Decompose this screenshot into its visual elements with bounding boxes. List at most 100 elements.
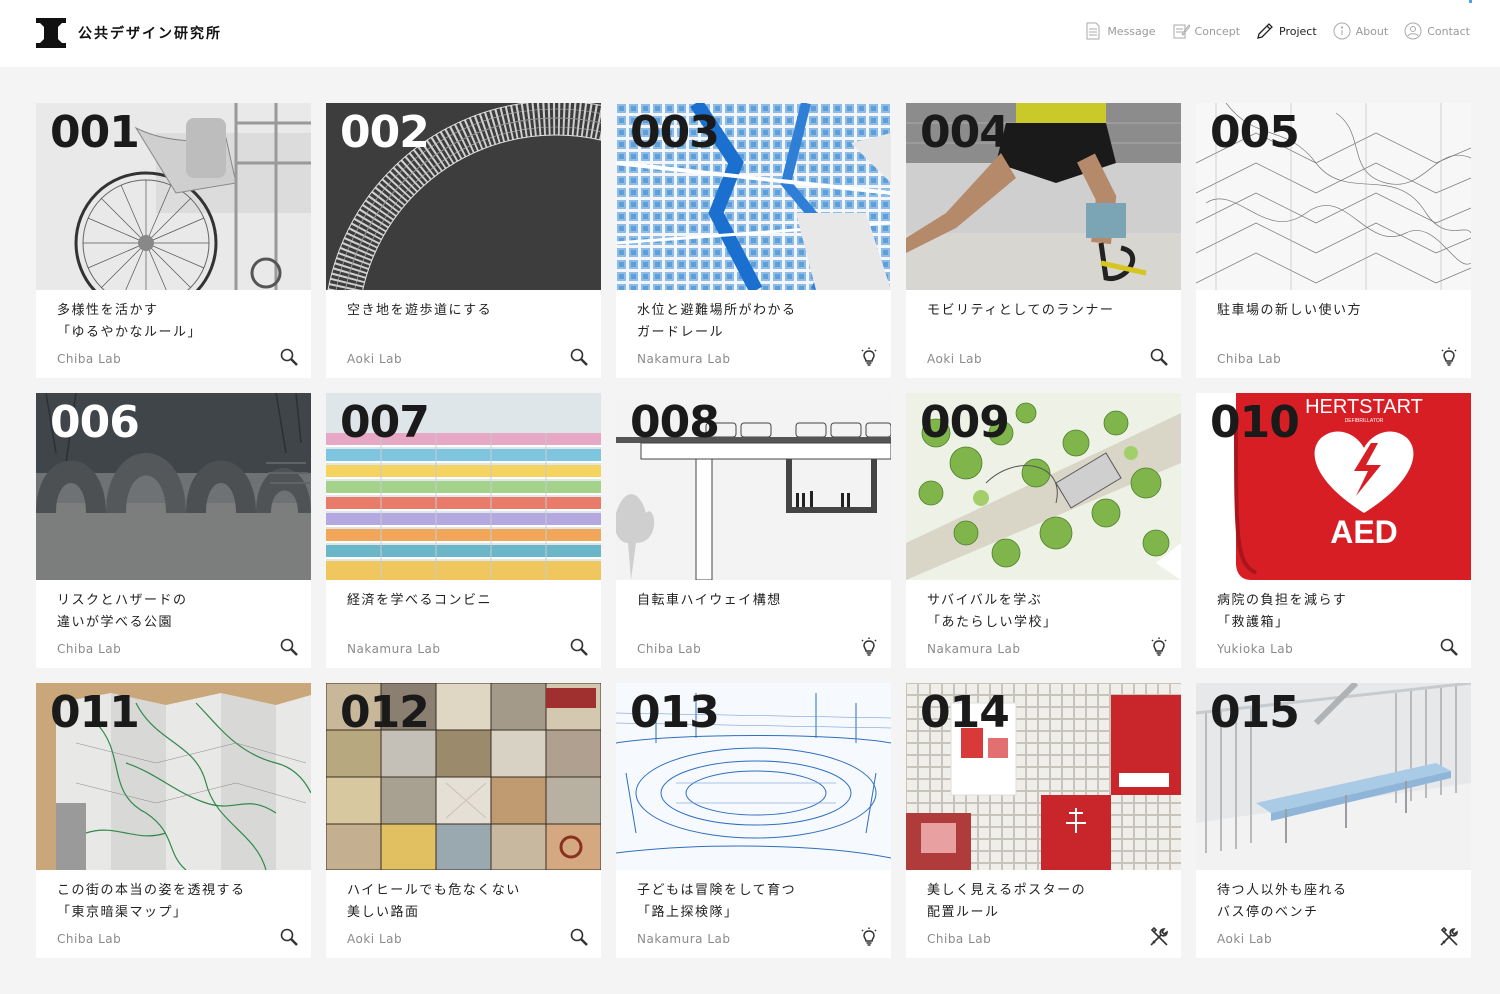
project-number: 015 xyxy=(1210,687,1300,738)
nav-about[interactable]: About xyxy=(1333,22,1388,40)
pencil-icon xyxy=(1257,23,1273,39)
project-lab: Aoki Lab xyxy=(1217,932,1273,946)
project-thumbnail: 014 xyxy=(906,683,1181,870)
lightbulb-icon[interactable] xyxy=(859,927,879,947)
search-icon[interactable] xyxy=(569,347,589,367)
search-icon[interactable] xyxy=(1439,637,1459,657)
project-card-003[interactable]: 003 水位と避難場所がわかる ガードレール Nakamura Lab xyxy=(616,103,891,378)
search-icon[interactable] xyxy=(569,927,589,947)
project-thumbnail: 001 xyxy=(36,103,311,290)
project-thumbnail: 009 xyxy=(906,393,1181,580)
search-icon[interactable] xyxy=(569,637,589,657)
lightbulb-icon[interactable] xyxy=(859,637,879,657)
seal-logo-icon xyxy=(36,18,66,48)
lightbulb-icon[interactable] xyxy=(1149,637,1169,657)
project-number: 010 xyxy=(1210,397,1300,448)
site-name: 公共デザイン研究所 xyxy=(78,26,222,42)
search-icon[interactable] xyxy=(279,927,299,947)
project-title: 病院の負担を減らす 「救護箱」 xyxy=(1217,593,1348,630)
search-icon[interactable] xyxy=(279,347,299,367)
project-lab: Chiba Lab xyxy=(57,642,122,656)
project-number: 003 xyxy=(630,107,720,158)
site-logo[interactable]: 公共デザイン研究所 xyxy=(36,18,222,48)
info-icon xyxy=(1333,22,1351,40)
project-card-013[interactable]: 013 子どもは冒険をして育つ 「路上探検隊」 Nakamura Lab xyxy=(616,683,891,958)
project-card-014[interactable]: 014 美しく見えるポスターの 配置ルール Chiba Lab xyxy=(906,683,1181,958)
notepad-icon xyxy=(1173,24,1190,39)
project-thumbnail: 003 xyxy=(616,103,891,290)
project-card-009[interactable]: 009 サバイバルを学ぶ 「あたらしい学校」 Nakamura Lab xyxy=(906,393,1181,668)
project-card-010[interactable]: HERTSTART DEFIBRILLATOR AED 010 病院の負担を減ら… xyxy=(1196,393,1471,668)
nav-concept[interactable]: Concept xyxy=(1172,22,1241,40)
project-thumbnail: 015 xyxy=(1196,683,1471,870)
nav-contact[interactable]: Contact xyxy=(1404,22,1470,40)
project-lab: Nakamura Lab xyxy=(637,352,731,366)
search-icon[interactable] xyxy=(279,637,299,657)
nav-label: Concept xyxy=(1194,24,1241,38)
project-card-012[interactable]: 012 ハイヒールでも危なくない 美しい路面 Aoki Lab xyxy=(326,683,601,958)
document-icon xyxy=(1086,22,1100,40)
project-title: 経済を学べるコンビニ xyxy=(347,593,493,608)
project-title: リスクとハザードの 違いが学べる公園 xyxy=(57,593,188,630)
project-card-001[interactable]: 001 多様性を活かす 「ゆるやかなルール」 Chiba Lab xyxy=(36,103,311,378)
site-header: 公共デザイン研究所 Message Concept Project About xyxy=(0,0,1500,67)
project-card-011[interactable]: 011 この街の本当の姿を透視する 「東京暗渠マップ」 Chiba Lab xyxy=(36,683,311,958)
accent-line xyxy=(1469,0,1472,3)
aed-label-text: AED xyxy=(1330,514,1398,550)
lightbulb-icon[interactable] xyxy=(859,347,879,367)
project-card-008[interactable]: 008 自転車ハイウェイ構想 Chiba Lab xyxy=(616,393,891,668)
nav-project[interactable]: Project xyxy=(1256,22,1317,40)
project-title: 水位と避難場所がわかる ガードレール xyxy=(637,303,797,340)
project-card-015[interactable]: 015 待つ人以外も座れる バス停のベンチ Aoki Lab xyxy=(1196,683,1471,958)
project-thumbnail: 011 xyxy=(36,683,311,870)
project-number: 004 xyxy=(920,107,1010,158)
project-lab: Chiba Lab xyxy=(927,932,992,946)
project-number: 001 xyxy=(50,107,140,158)
project-thumbnail: 002 xyxy=(326,103,601,290)
search-icon[interactable] xyxy=(1149,347,1169,367)
project-title: モビリティとしてのランナー xyxy=(927,303,1115,318)
project-lab: Aoki Lab xyxy=(347,932,403,946)
project-thumbnail: 007 xyxy=(326,393,601,580)
project-thumbnail: 008 xyxy=(616,393,891,580)
main-nav: Message Concept Project About Contact xyxy=(1084,22,1470,40)
project-title: ハイヒールでも危なくない 美しい路面 xyxy=(347,883,521,920)
project-lab: Nakamura Lab xyxy=(637,932,731,946)
project-number: 009 xyxy=(920,397,1010,448)
project-lab: Chiba Lab xyxy=(57,932,122,946)
project-number: 006 xyxy=(50,397,140,448)
project-thumbnail: HERTSTART DEFIBRILLATOR AED 010 xyxy=(1196,393,1471,580)
project-card-007[interactable]: 007 経済を学べるコンビニ Nakamura Lab xyxy=(326,393,601,668)
project-card-005[interactable]: 005 駐車場の新しい使い方 Chiba Lab xyxy=(1196,103,1471,378)
project-lab: Aoki Lab xyxy=(347,352,403,366)
project-number: 012 xyxy=(340,687,430,738)
project-title: サバイバルを学ぶ 「あたらしい学校」 xyxy=(927,593,1058,630)
project-number: 007 xyxy=(340,397,430,448)
project-title: 多様性を活かす 「ゆるやかなルール」 xyxy=(57,303,203,340)
project-lab: Aoki Lab xyxy=(927,352,983,366)
project-card-002[interactable]: 002 空き地を遊歩道にする Aoki Lab xyxy=(326,103,601,378)
project-number: 014 xyxy=(920,687,1010,738)
project-lab: Nakamura Lab xyxy=(927,642,1021,656)
project-thumbnail: 005 xyxy=(1196,103,1471,290)
tools-icon[interactable] xyxy=(1439,927,1459,947)
tools-icon[interactable] xyxy=(1149,927,1169,947)
project-number: 008 xyxy=(630,397,720,448)
user-icon xyxy=(1404,22,1422,40)
project-number: 011 xyxy=(50,687,140,738)
aed-brand-text: HERTSTART xyxy=(1305,396,1423,418)
aed-sub-text: DEFIBRILLATOR xyxy=(1345,418,1384,424)
project-thumbnail: 012 xyxy=(326,683,601,870)
project-thumbnail: 013 xyxy=(616,683,891,870)
nav-message[interactable]: Message xyxy=(1084,22,1156,40)
project-card-004[interactable]: 004 モビリティとしてのランナー Aoki Lab xyxy=(906,103,1181,378)
lightbulb-icon[interactable] xyxy=(1439,347,1459,367)
project-thumbnail: 004 xyxy=(906,103,1181,290)
project-number: 005 xyxy=(1210,107,1300,158)
nav-label: Project xyxy=(1279,24,1317,38)
project-number: 002 xyxy=(340,107,430,158)
project-grid: 001 多様性を活かす 「ゆるやかなルール」 Chiba Lab 002 空き地… xyxy=(36,103,1471,958)
project-card-006[interactable]: 006 リスクとハザードの 違いが学べる公園 Chiba Lab xyxy=(36,393,311,668)
project-title: この街の本当の姿を透視する 「東京暗渠マップ」 xyxy=(57,883,246,920)
project-title: 子どもは冒険をして育つ 「路上探検隊」 xyxy=(637,883,797,920)
